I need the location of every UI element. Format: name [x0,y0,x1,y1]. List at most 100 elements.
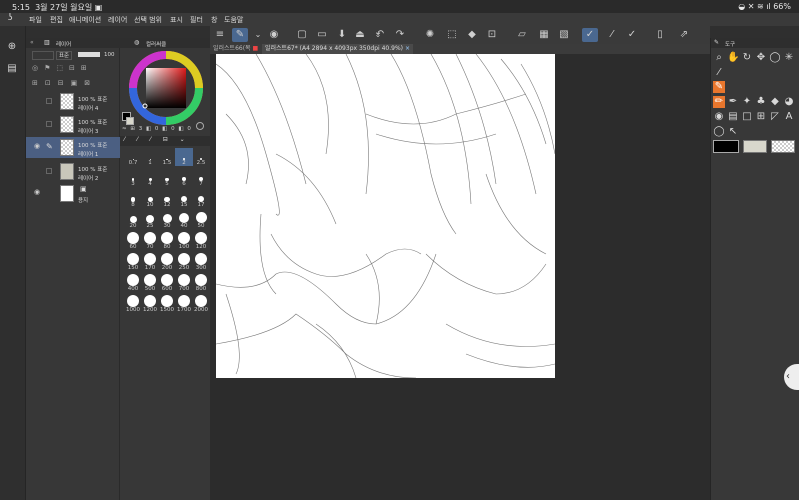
blend-mode-select[interactable]: 표준 [56,51,72,60]
layer-tab-icon[interactable]: ▥ [44,39,50,46]
brush-size-cell[interactable]: 1 [141,148,159,166]
layer-row-selected[interactable]: ◉ ✎ 100 % 표준 레이어 1 [26,137,120,158]
brush-size-cell[interactable]: 1.5 [158,148,176,166]
brush-size-cell[interactable]: 600 [158,274,176,292]
share-icon[interactable]: ⇗ [676,28,692,42]
brush-size-cell[interactable]: 40 [175,211,193,229]
frame-tool-icon[interactable]: ⊞ [755,111,767,123]
sub-color-swatch[interactable] [126,117,134,125]
rotate-tool-icon[interactable]: ↻ [741,52,753,64]
eraser-icon[interactable]: ◆ [769,96,781,108]
redo-icon[interactable]: ↷ [392,28,408,42]
menu-layer[interactable]: 레이어 [108,15,127,25]
brush-size-cell[interactable]: 20 [124,211,142,229]
ruler-icon[interactable]: ▦ [536,28,552,42]
menu-animation[interactable]: 애니메이션 [69,15,101,25]
eye-icon[interactable]: ◉ [34,189,41,196]
save-icon[interactable]: ⬇ [334,28,350,42]
blend-tool-icon[interactable]: ◕ [783,96,795,108]
layer-row[interactable]: 100 % 표준 레이어 4 [26,91,120,112]
brush-size-cell[interactable]: 0.7 [124,148,142,166]
hand-tool-icon[interactable]: ✋ [727,52,739,64]
brush-size-cell[interactable]: 2000 [192,295,210,313]
hamburger-menu-icon[interactable]: ≡ [212,28,228,42]
opacity-slider[interactable] [78,52,100,57]
brush-size-cell[interactable]: 300 [192,253,210,271]
tab-illust66[interactable]: 일러스트66(복 ■ [210,44,261,54]
brush-size-cell[interactable]: 25 [141,211,159,229]
brush-size-cell[interactable]: 170 [141,253,159,271]
brush-size-cell[interactable]: 3 [124,169,142,187]
line-icon[interactable]: ✓ [624,28,640,42]
app-logo-icon[interactable]: ʖ [8,13,13,23]
undo-icon[interactable]: ↶ [372,28,388,42]
brush-size-tabs[interactable]: ⁄ ⁄ ⁄ ⊟ ⌄ [120,136,210,146]
brush-size-cell[interactable]: 800 [192,274,210,292]
figure-tool-icon[interactable]: □ [741,111,753,123]
brush-size-cell[interactable]: 150 [124,253,142,271]
brush-size-cell[interactable]: 8 [124,190,142,208]
brush-size-cell[interactable]: 700 [175,274,193,292]
tablet-icon[interactable]: ◉ [266,28,282,42]
brush-size-cell[interactable]: 500 [141,274,159,292]
menu-selection[interactable]: 선택 범위 [134,15,162,25]
menu-edit[interactable]: 편집 [50,15,63,25]
layer-view-icon[interactable]: ▤ [6,63,18,75]
transform-icon[interactable]: ⊡ [484,28,500,42]
zoom-icon[interactable]: ⊕ [6,41,18,53]
chevron-down-icon[interactable]: ⌄ [250,28,266,42]
stroke-icon[interactable]: ⁄ [604,28,620,42]
pen-tool-icon[interactable]: ✎ [713,81,725,93]
layer-action-icons[interactable]: ⊞⊡⊟▣⊠ [32,79,118,89]
tool-tab-icon[interactable]: ✎ [714,39,719,46]
decoration-icon[interactable]: ♣ [755,96,767,108]
settings-gear-icon[interactable]: ✺ [422,28,438,42]
panel-collapse-icon[interactable]: « [30,39,34,46]
magic-wand-icon[interactable]: ✳ [783,52,795,64]
device-icon[interactable]: ▯ [652,28,668,42]
brush-size-cell[interactable]: 2 [175,148,193,166]
eyedropper-icon[interactable]: ⁄ [713,67,725,79]
brush-size-cell[interactable]: 70 [141,232,159,250]
transparent-color-chip[interactable] [771,140,795,153]
menu-view[interactable]: 표시 [170,15,183,25]
brush-size-cell[interactable]: 4 [141,169,159,187]
menu-help[interactable]: 도움말 [224,15,243,25]
brush-size-cell[interactable]: 120 [192,232,210,250]
brush-size-cell[interactable]: 6 [175,169,193,187]
close-icon[interactable]: × [405,45,410,52]
brush-size-cell[interactable]: 5 [158,169,176,187]
brush-size-cell[interactable]: 1700 [175,295,193,313]
airbrush-icon[interactable]: ✦ [741,96,753,108]
brush-size-cell[interactable]: 2.5 [192,148,210,166]
brush-size-cell[interactable]: 1500 [158,295,176,313]
brush-size-cell[interactable]: 60 [124,232,142,250]
pen-tool-icon[interactable]: ✎ [232,28,248,42]
color-wheel[interactable] [128,50,204,126]
zoom-tool-icon[interactable]: ⌕ [713,52,725,64]
main-color-chip[interactable] [713,140,739,153]
brush-size-cell[interactable]: 7 [192,169,210,187]
menu-filter[interactable]: 필터 [190,15,203,25]
menu-file[interactable]: 파일 [29,15,42,25]
lasso-tool-icon[interactable]: ◯ [769,52,781,64]
brush-size-cell[interactable]: 200 [158,253,176,271]
brush-size-cell[interactable]: 17 [192,190,210,208]
selection-launcher-icon[interactable]: ▱ [514,28,530,42]
sub-color-chip[interactable] [743,140,767,153]
new-canvas-icon[interactable]: ▢ [294,28,310,42]
eye-icon[interactable]: ◉ [34,143,41,150]
pen-pressure-icon[interactable]: ✓ [582,28,598,42]
object-tool-icon[interactable]: ↖ [727,126,739,138]
brush-size-cell[interactable]: 30 [158,211,176,229]
brush-size-cell[interactable]: 10 [141,190,159,208]
layer-row[interactable]: 100 % 표준 레이어 2 [26,161,120,182]
open-file-icon[interactable]: ▭ [314,28,330,42]
brush-size-cell[interactable]: 50 [192,211,210,229]
gradient-icon[interactable]: ▤ [727,111,739,123]
brush-size-cell[interactable]: 400 [124,274,142,292]
brush-size-cell[interactable]: 100 [175,232,193,250]
menu-window[interactable]: 창 [211,15,217,25]
ruler-tool-icon[interactable]: ◸ [769,111,781,123]
deselect-icon[interactable]: ⬚ [444,28,460,42]
